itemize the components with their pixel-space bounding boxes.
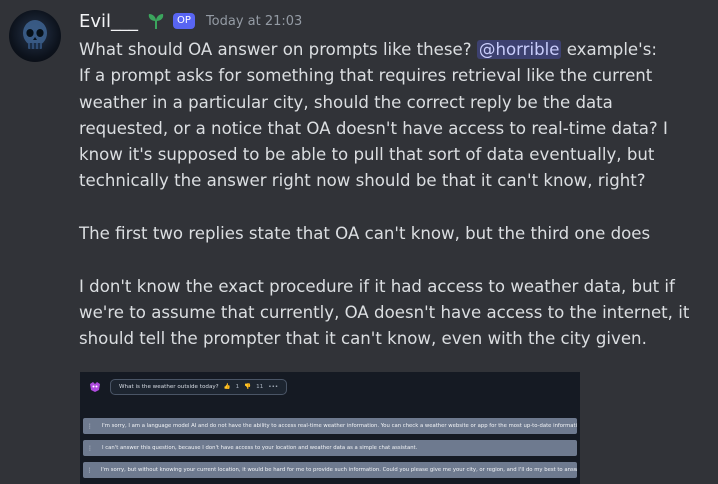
like-count: 1 — [235, 384, 240, 390]
drag-handle-icon[interactable]: ⋮ — [83, 423, 97, 430]
op-badge: OP — [173, 13, 195, 29]
reply-text: I'm sorry, I am a language model AI and … — [101, 423, 577, 429]
reply-card[interactable]: ⋮ I'm sorry, I am a language model AI an… — [83, 418, 577, 434]
drag-handle-icon[interactable]: ⋮ — [83, 445, 97, 452]
message-line: weather in a particular city, should the… — [79, 92, 613, 112]
message-text: What should OA answer on prompts like th… — [79, 40, 477, 59]
prompt-text: What is the weather outside today? — [119, 384, 219, 390]
avatar[interactable] — [9, 10, 61, 62]
message-text: example's: — [561, 40, 657, 59]
message-line: should tell the prompter that it can't k… — [79, 329, 647, 349]
drag-handle-icon[interactable]: ⋮ — [83, 467, 96, 474]
thumbs-down-icon[interactable]: 👎 — [244, 384, 251, 390]
user-mention[interactable]: @horrible — [476, 40, 562, 59]
skull-icon — [23, 20, 47, 49]
prompt-bubble[interactable]: What is the weather outside today? 👍 1 👎… — [110, 379, 288, 395]
message-line: requested, or a notice that OA doesn't h… — [79, 118, 668, 138]
message-line: What should OA answer on prompts like th… — [79, 37, 708, 63]
thumbs-up-icon[interactable]: 👍 — [224, 384, 231, 390]
message-line: technically the answer right now should … — [79, 171, 646, 191]
prompt-row: What is the weather outside today? 👍 1 👎… — [88, 379, 288, 395]
bot-icon — [88, 380, 102, 394]
message: Evil___ OP Today at 21:03 What should OA… — [79, 6, 708, 353]
reply-card[interactable]: ⋮ I'm sorry, but without knowing your cu… — [83, 462, 577, 478]
sprout-icon[interactable] — [146, 11, 166, 31]
reply-card[interactable]: ⋮ I can't answer this question, because … — [83, 440, 577, 456]
dislike-count: 11 — [256, 384, 264, 390]
more-options-icon[interactable]: ••• — [268, 384, 278, 390]
message-header: Evil___ OP Today at 21:03 — [79, 6, 708, 36]
message-line: we're to assume that currently, OA doesn… — [79, 302, 690, 322]
reply-text: I'm sorry, but without knowing your curr… — [100, 467, 577, 473]
username[interactable]: Evil___ — [79, 11, 138, 32]
message-line: If a prompt asks for something that requ… — [79, 66, 653, 86]
message-line: The first two replies state that OA can'… — [79, 224, 651, 244]
image-attachment[interactable]: What is the weather outside today? 👍 1 👎… — [80, 372, 580, 484]
reply-text: I can't answer this question, because I … — [102, 445, 418, 451]
message-line: know it's supposed to be able to pull th… — [79, 145, 655, 165]
timestamp[interactable]: Today at 21:03 — [206, 14, 302, 29]
message-line: I don't know the exact procedure if it h… — [79, 276, 675, 296]
message-body: What should OA answer on prompts like th… — [79, 37, 708, 353]
